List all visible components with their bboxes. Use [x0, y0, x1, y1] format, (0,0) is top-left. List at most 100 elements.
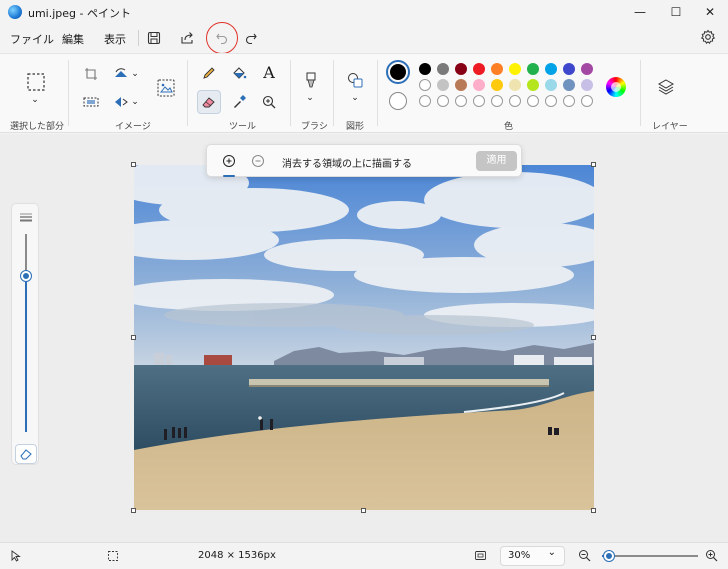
menu-edit[interactable]: 編集	[62, 31, 84, 47]
zoom-in-icon[interactable]	[705, 549, 718, 565]
color-swatch[interactable]	[455, 63, 467, 75]
chevron-down-icon[interactable]: ⌄	[128, 91, 142, 113]
close-button[interactable]: ✕	[700, 3, 720, 21]
color-swatch[interactable]	[509, 63, 521, 75]
color-swatch[interactable]	[581, 79, 593, 91]
resize-handle[interactable]	[131, 508, 136, 513]
resize-icon[interactable]	[80, 91, 102, 113]
color-swatch[interactable]	[491, 63, 503, 75]
ribbon-divider	[187, 60, 188, 126]
image-creator-icon[interactable]	[154, 76, 178, 100]
color-swatch[interactable]	[419, 63, 431, 75]
custom-color-swatch[interactable]	[563, 95, 575, 107]
add-area-button[interactable]	[216, 150, 242, 172]
chevron-down-icon[interactable]: ⌄	[26, 94, 44, 106]
chevron-down-icon[interactable]: ⌄	[301, 92, 319, 104]
eraser-icon[interactable]	[197, 90, 221, 114]
group-label-colors: 色	[504, 122, 514, 132]
zoom-slider-track[interactable]	[602, 555, 698, 557]
color-swatch[interactable]	[473, 63, 485, 75]
redo-icon[interactable]	[242, 29, 260, 47]
edit-colors-icon[interactable]	[606, 77, 626, 97]
group-label-layers: レイヤー	[652, 122, 688, 132]
resize-handle[interactable]	[361, 508, 366, 513]
color-swatch[interactable]	[563, 79, 575, 91]
color-swatch[interactable]	[419, 79, 431, 91]
share-icon[interactable]	[178, 29, 196, 47]
group-label-image: イメージ	[115, 122, 151, 132]
custom-color-swatch[interactable]	[509, 95, 521, 107]
menu-file[interactable]: ファイル	[10, 31, 54, 47]
resize-handle[interactable]	[131, 335, 136, 340]
zoom-value: 30%	[508, 550, 531, 561]
erase-instruction: 消去する領域の上に描画する	[282, 159, 412, 170]
fill-bucket-icon[interactable]	[228, 62, 250, 84]
custom-color-swatch[interactable]	[581, 95, 593, 107]
zoom-slider-thumb[interactable]	[604, 551, 614, 561]
group-label-shapes: 図形	[346, 122, 365, 132]
color-swatch[interactable]	[527, 63, 539, 75]
color-swatch[interactable]	[491, 79, 503, 91]
secondary-color-swatch[interactable]	[389, 92, 407, 110]
minimize-button[interactable]: —	[630, 3, 650, 21]
ribbon-divider	[68, 60, 69, 126]
magnifier-icon[interactable]	[258, 91, 280, 113]
menu-bar: ファイル 編集 表示	[0, 24, 728, 52]
maximize-button[interactable]: ☐	[666, 3, 686, 21]
color-swatch[interactable]	[437, 63, 449, 75]
custom-color-swatch[interactable]	[419, 95, 431, 107]
stroke-size-icon	[19, 212, 33, 222]
color-swatch[interactable]	[455, 79, 467, 91]
ribbon-divider	[377, 60, 378, 126]
menu-view[interactable]: 表示	[104, 31, 126, 47]
crop-icon[interactable]	[80, 63, 102, 85]
group-label-selection: 選択した部分	[10, 122, 65, 132]
color-swatch[interactable]	[473, 79, 485, 91]
save-icon[interactable]	[145, 29, 163, 47]
resize-handle[interactable]	[591, 508, 596, 513]
paint-app-icon	[8, 5, 22, 19]
group-label-tools: ツール	[229, 122, 257, 132]
chevron-down-icon[interactable]: ⌄	[346, 92, 364, 104]
color-swatch[interactable]	[563, 63, 575, 75]
window-title: umi.jpeg - ペイント	[28, 7, 131, 20]
color-picker-icon[interactable]	[228, 91, 250, 113]
ribbon-divider	[640, 60, 641, 126]
custom-color-swatch[interactable]	[491, 95, 503, 107]
color-swatch[interactable]	[527, 79, 539, 91]
remove-area-button[interactable]	[245, 150, 271, 172]
layers-icon[interactable]	[655, 76, 677, 98]
apply-button[interactable]: 適用	[476, 151, 517, 171]
chevron-down-icon[interactable]: ⌄	[128, 63, 142, 85]
zoom-out-icon[interactable]	[578, 549, 591, 565]
custom-color-swatch[interactable]	[455, 95, 467, 107]
custom-color-swatch[interactable]	[473, 95, 485, 107]
resize-handle[interactable]	[591, 162, 596, 167]
color-swatch[interactable]	[509, 79, 521, 91]
canvas-image[interactable]	[134, 165, 594, 510]
custom-color-swatch[interactable]	[527, 95, 539, 107]
brush-size-thumb[interactable]	[21, 271, 31, 281]
color-swatch[interactable]	[545, 63, 557, 75]
color-swatch[interactable]	[437, 79, 449, 91]
color-swatch[interactable]	[545, 79, 557, 91]
primary-color-swatch[interactable]	[386, 60, 410, 84]
text-tool-icon[interactable]: A	[258, 61, 280, 83]
pencil-icon[interactable]	[198, 62, 220, 84]
resize-handle[interactable]	[591, 335, 596, 340]
gear-icon[interactable]	[700, 29, 716, 45]
custom-color-swatch[interactable]	[437, 95, 449, 107]
fit-to-window-icon[interactable]	[474, 549, 487, 565]
shapes-icon[interactable]	[344, 69, 366, 91]
resize-handle[interactable]	[131, 162, 136, 167]
title-bar: umi.jpeg - ペイント — ☐ ✕	[0, 0, 728, 24]
zoom-dropdown[interactable]: 30% ⌄	[500, 546, 565, 566]
custom-color-swatch[interactable]	[545, 95, 557, 107]
eraser-mode-icon[interactable]	[15, 444, 37, 464]
brush-icon[interactable]	[300, 69, 322, 91]
ribbon-divider	[290, 60, 291, 126]
color-swatch[interactable]	[581, 63, 593, 75]
selection-icon[interactable]	[24, 70, 48, 94]
ribbon: ⌄ 選択した部分 ⌄ ⌄ イメージ A ツール ⌄ ブラシ ⌄ 図形 色 レイヤ…	[0, 53, 728, 133]
brush-size-panel	[11, 203, 39, 465]
